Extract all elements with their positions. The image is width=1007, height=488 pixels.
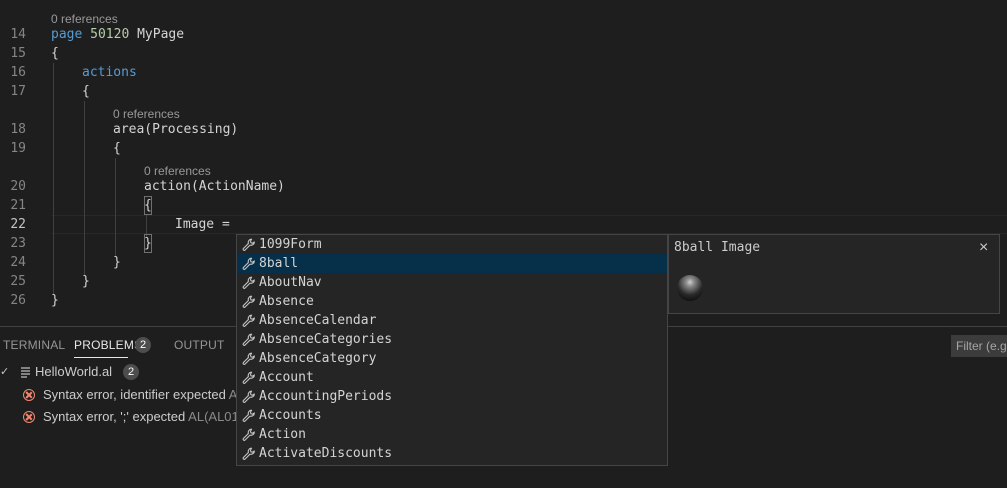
line-number: 14: [10, 27, 26, 42]
wrench-icon: [242, 371, 256, 385]
line-number: 26: [10, 293, 26, 308]
code-line[interactable]: {: [82, 82, 90, 101]
line-number: 16: [10, 65, 26, 80]
wrench-icon: [242, 352, 256, 366]
line-number: 15: [10, 46, 26, 61]
line-number: 17: [10, 84, 26, 99]
wrench-icon: [242, 447, 256, 461]
suggest-item[interactable]: AbsenceCalendar: [237, 311, 667, 330]
wrench-icon: [242, 276, 256, 290]
code-line-current[interactable]: Image =: [175, 215, 230, 234]
chevron-down-icon[interactable]: ✓: [0, 363, 9, 381]
line-number: 24: [10, 255, 26, 270]
close-icon[interactable]: ×: [979, 238, 988, 258]
suggest-item-label: 8ball: [259, 256, 299, 271]
suggest-item-label: Account: [259, 370, 314, 385]
problem-item[interactable]: Syntax error, identifier expected A: [43, 386, 237, 404]
suggest-item[interactable]: AbsenceCategory: [237, 349, 667, 368]
tab-terminal[interactable]: TERMINAL: [3, 337, 65, 353]
code-line-bracket-match[interactable]: {: [144, 196, 152, 215]
tab-output[interactable]: OUTPUT: [174, 337, 225, 353]
suggest-item[interactable]: Action: [237, 425, 667, 444]
suggest-item-label: AbsenceCategories: [259, 332, 393, 347]
8ball-image-preview: [677, 275, 703, 301]
line-number: 19: [10, 141, 26, 156]
suggest-details: 8ball Image ×: [668, 234, 1000, 314]
code-line[interactable]: }: [51, 291, 59, 310]
code-lens-references[interactable]: 0 references: [51, 12, 118, 26]
problem-file-name[interactable]: HelloWorld.al: [35, 363, 112, 381]
suggest-item-label: AboutNav: [259, 275, 322, 290]
suggest-item-label: ActivateDiscounts: [259, 446, 393, 461]
line-number: 25: [10, 274, 26, 289]
error-icon: [23, 389, 35, 401]
problems-filter-input[interactable]: Filter (e.g.: [951, 335, 1007, 357]
problem-message: Syntax error, identifier expected: [43, 387, 226, 402]
active-tab-indicator: [74, 357, 128, 358]
code-line[interactable]: }: [82, 272, 90, 291]
code-line[interactable]: {: [113, 139, 121, 158]
problem-source: AL(AL01: [188, 409, 239, 424]
file-problems-count-badge: 2: [123, 364, 139, 380]
wrench-icon: [242, 333, 256, 347]
wrench-icon: [242, 390, 256, 404]
suggest-item[interactable]: AboutNav: [237, 273, 667, 292]
line-number: 23: [10, 236, 26, 251]
indent-guide: [115, 158, 116, 257]
code-lens-references[interactable]: 0 references: [144, 164, 211, 178]
problem-message: Syntax error, ';' expected: [43, 409, 186, 424]
problems-count-badge: 2: [135, 337, 151, 353]
line-number: 18: [10, 122, 26, 137]
object-name: MyPage: [137, 27, 185, 42]
indent-guide: [84, 101, 85, 276]
wrench-icon: [242, 257, 256, 271]
suggest-widget[interactable]: 1099Form 8ball AboutNav Absence AbsenceCalen…: [236, 234, 668, 466]
line-number: 22: [10, 217, 26, 232]
suggest-item-label: 1099Form: [259, 237, 322, 252]
code-line[interactable]: actions: [82, 63, 137, 82]
code-line[interactable]: }: [113, 253, 121, 272]
code-lens-references[interactable]: 0 references: [113, 107, 180, 121]
suggest-item[interactable]: Accounts: [237, 406, 667, 425]
code-line[interactable]: area(Processing): [113, 120, 238, 139]
code-line[interactable]: action(ActionName): [144, 177, 285, 196]
suggest-item[interactable]: Account: [237, 368, 667, 387]
wrench-icon: [242, 295, 256, 309]
suggest-item[interactable]: 1099Form: [237, 235, 667, 254]
line-number: 20: [10, 179, 26, 194]
suggest-item[interactable]: 8ball: [237, 254, 667, 273]
indent-guide: [53, 63, 54, 295]
suggest-item[interactable]: AccountingPeriods: [237, 387, 667, 406]
wrench-icon: [242, 238, 256, 252]
suggest-item[interactable]: Absence: [237, 292, 667, 311]
tab-problems[interactable]: PROBLEMS: [74, 337, 142, 353]
line-number: 21: [10, 198, 26, 213]
problem-item[interactable]: Syntax error, ';' expected AL(AL01: [43, 408, 239, 426]
wrench-icon: [242, 409, 256, 423]
suggest-item-label: Absence: [259, 294, 314, 309]
error-icon: [23, 411, 35, 423]
suggest-item-label: Accounts: [259, 408, 322, 423]
wrench-icon: [242, 314, 256, 328]
code-line[interactable]: page 50120 MyPage: [51, 25, 184, 44]
keyword-page: page: [51, 27, 83, 42]
object-id: 50120: [90, 27, 130, 42]
code-line[interactable]: {: [51, 44, 59, 63]
code-line-bracket-match[interactable]: }: [144, 234, 152, 253]
suggest-item[interactable]: ActivateDiscounts: [237, 444, 667, 463]
wrench-icon: [242, 428, 256, 442]
suggest-item-label: AccountingPeriods: [259, 389, 393, 404]
suggest-item[interactable]: AbsenceCategories: [237, 330, 667, 349]
file-lines-icon: [20, 363, 32, 381]
details-title: 8ball Image: [674, 240, 761, 255]
suggest-item-label: Action: [259, 427, 306, 442]
suggest-item-label: AbsenceCategory: [259, 351, 377, 366]
suggest-item-label: AbsenceCalendar: [259, 313, 377, 328]
